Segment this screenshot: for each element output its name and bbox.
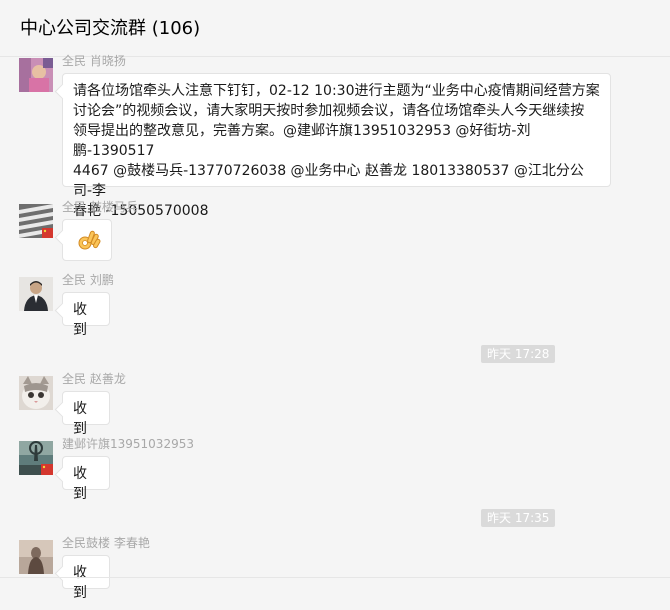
timestamp: 昨天 17:28 xyxy=(481,345,556,363)
message-bubble[interactable]: 收到 xyxy=(62,555,110,601)
sender-name: 全民 肖晓扬 xyxy=(62,54,126,68)
message-line: 领导提出的整改意见，完善方案。@建邺许旗13951032953 @好街坊-刘鹏-… xyxy=(73,123,531,159)
sender-name: 全民 赵善龙 xyxy=(62,372,126,386)
sender-name: 全民鼓楼 李春艳 xyxy=(62,536,150,550)
avatar[interactable] xyxy=(19,540,53,574)
message-list[interactable]: 全民 肖晓扬 请各位场馆牵头人注意下钉钉，02-12 10:30进行主题为“业务… xyxy=(0,54,670,601)
message-bubble[interactable]: 收到 xyxy=(62,292,110,338)
avatar[interactable] xyxy=(19,204,53,238)
message-bubble[interactable]: 请各位场馆牵头人注意下钉钉，02-12 10:30进行主题为“业务中心疫情期间经… xyxy=(62,73,611,219)
input-divider xyxy=(0,577,670,578)
message-bubble[interactable] xyxy=(62,219,112,261)
sender-name: 全民 刘鹏 xyxy=(62,273,114,287)
avatar[interactable] xyxy=(19,376,53,410)
message-text: 收到 xyxy=(73,565,87,601)
sender-name: 建邺许旗13951032953 xyxy=(62,437,194,451)
avatar[interactable] xyxy=(19,277,53,311)
message-text: 请各位场馆牵头人注意下钉钉，02-12 10:30进行主题为“业务中心疫情期间经… xyxy=(63,74,610,228)
message-bubble[interactable]: 收到 xyxy=(62,456,110,502)
ok-hand-icon xyxy=(78,230,101,250)
message-bubble[interactable]: 收到 xyxy=(62,391,110,437)
message-text: 收到 xyxy=(73,466,87,502)
timestamp: 昨天 17:35 xyxy=(481,509,556,527)
message-line: 讨论会”的视频会议，请大家明天按时参加视频会议，请各位场馆牵头人今天继续按 xyxy=(73,103,585,119)
message-line: 4467 @鼓楼马兵-13770726038 @业务中心 赵善龙 1801338… xyxy=(73,163,584,199)
chat-header: 中心公司交流群 (106) xyxy=(0,0,670,57)
sender-name: 全民 鼓楼马兵 xyxy=(62,200,138,214)
avatar[interactable] xyxy=(19,441,53,475)
message-line: 请各位场馆牵头人注意下钉钉，02-12 10:30进行主题为“业务中心疫情期间经… xyxy=(73,83,600,99)
avatar[interactable] xyxy=(19,58,53,92)
chat-title: 中心公司交流群 (106) xyxy=(20,18,201,39)
message-text: 收到 xyxy=(73,302,87,338)
message-line: 春艳 -15050570008 xyxy=(73,203,209,219)
